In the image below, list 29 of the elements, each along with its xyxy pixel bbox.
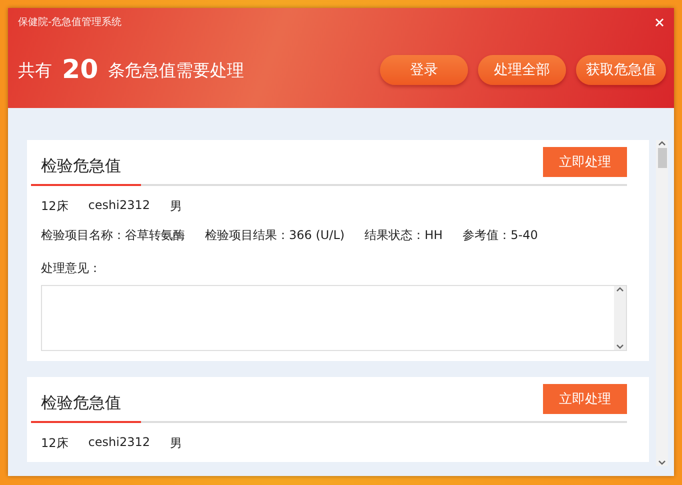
scroll-up-icon[interactable]: [658, 140, 666, 146]
header-button[interactable]: 获取危急值: [576, 55, 666, 85]
opinion-field[interactable]: [41, 285, 627, 351]
scrollbar-thumb[interactable]: [658, 148, 666, 168]
patient-info: 男: [170, 435, 182, 452]
card-title: 检验危急值: [40, 156, 121, 176]
card-title: 检验危急值: [40, 392, 121, 414]
patient-info: 12床: [41, 435, 68, 452]
scrollbar[interactable]: [656, 140, 668, 466]
result-field: 结果状态：HH: [364, 227, 443, 244]
pending-count: 20: [62, 55, 98, 85]
patient-info: ceshi2312: [88, 198, 150, 214]
opinion-label: 处理意见：: [40, 260, 102, 277]
scroll-up-icon[interactable]: [616, 286, 624, 292]
summary-suffix: 条危急值需要处理: [108, 60, 244, 82]
process-button[interactable]: 立即处理: [543, 384, 627, 414]
result-field: 参考值：5-40: [462, 227, 538, 244]
result-field: 检验项目名称：谷草转氨酶: [41, 227, 185, 244]
header-button[interactable]: 处理全部: [478, 55, 566, 85]
header-button[interactable]: 登录: [380, 55, 468, 85]
patient-info: 男: [170, 198, 182, 215]
patient-info: 12床: [41, 198, 68, 215]
summary-prefix: 共有: [18, 60, 52, 82]
patient-info: ceshi2312: [88, 435, 150, 451]
scroll-down-icon[interactable]: [616, 344, 624, 350]
result-field: 检验项目结果：366 (U/L): [205, 227, 345, 244]
window-title: 保健院-危急值管理系统: [18, 16, 122, 29]
process-button[interactable]: 立即处理: [543, 147, 627, 177]
scroll-down-icon[interactable]: [658, 460, 666, 466]
